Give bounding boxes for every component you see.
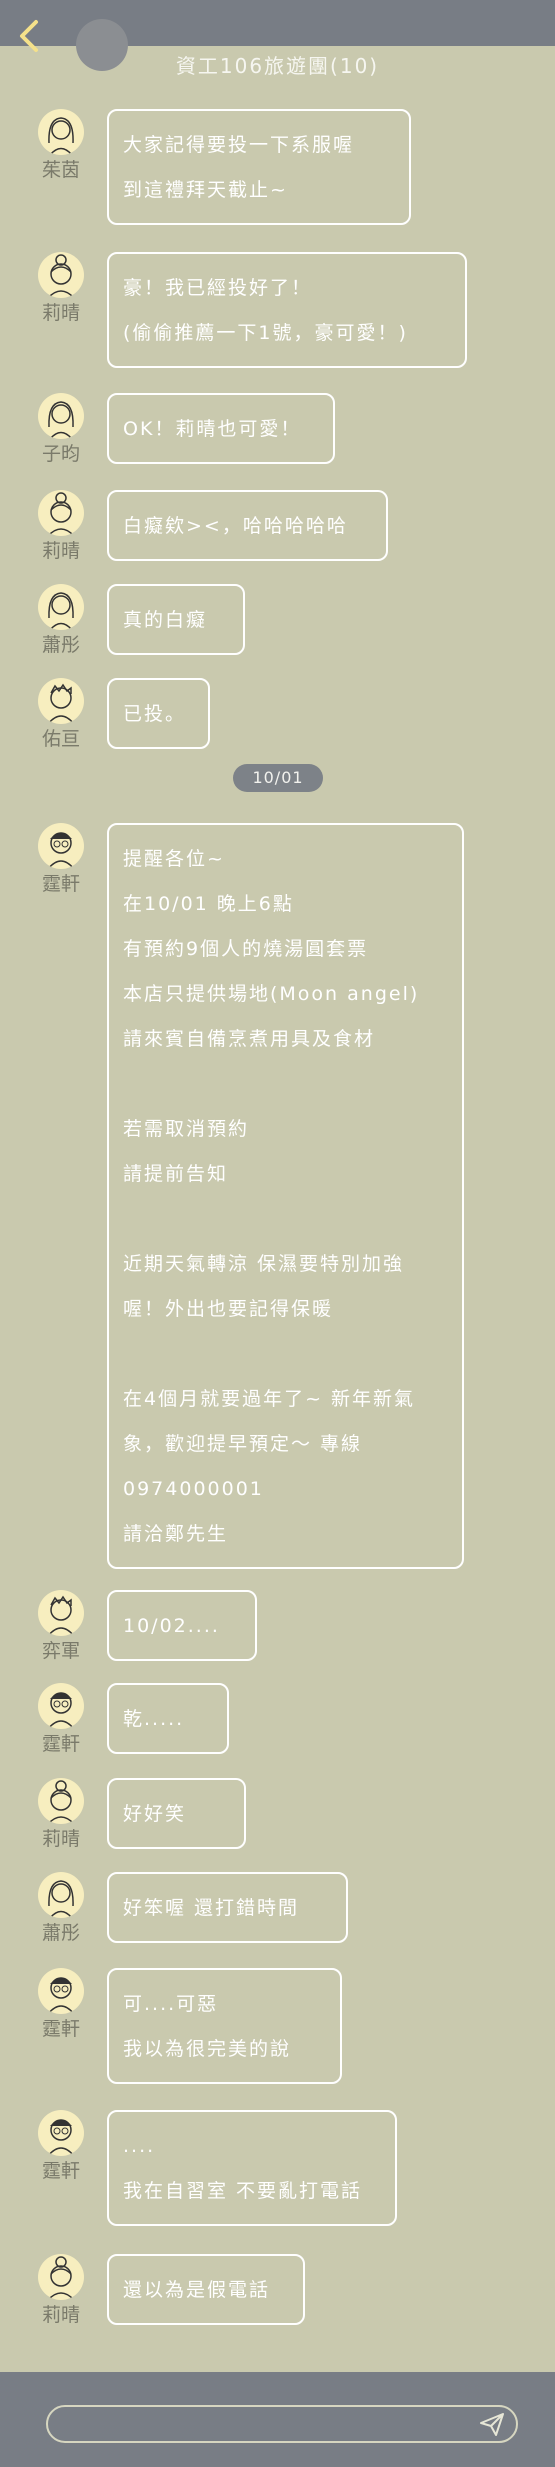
bun-hair-girl-avatar-icon[interactable] xyxy=(38,1778,84,1824)
sender-name: 莉晴 xyxy=(41,540,80,562)
message-text: 好笨喔 還打錯時間 xyxy=(123,1897,300,1919)
message-text: 大家記得要投一下系服喔 xyxy=(123,134,355,156)
back-arrow-icon[interactable] xyxy=(14,18,42,54)
message-bubble[interactable]: 豪！我已經投好了！ (偷偷推薦一下1號，豪可愛！) xyxy=(107,252,467,368)
ponytail-girl-avatar-icon[interactable] xyxy=(38,393,84,439)
glasses-boy-avatar-icon[interactable] xyxy=(38,2110,84,2156)
glasses-boy-avatar-icon[interactable] xyxy=(38,1968,84,2014)
bun-hair-girl-avatar-icon[interactable] xyxy=(38,490,84,536)
message-bubble[interactable]: 乾..... xyxy=(107,1683,229,1754)
message-bubble[interactable]: 提醒各位~ 在10/01 晚上6點有預約9個人的燒湯圓套票本店只提供場地(Moon… xyxy=(107,823,464,1569)
sender-name: 蕭彤 xyxy=(41,634,80,656)
sender-name: 莉晴 xyxy=(41,1828,80,1850)
message-text: 請洽鄭先生 xyxy=(123,1523,229,1545)
message-bubble[interactable]: 可....可惡我以為很完美的說 xyxy=(107,1968,342,2084)
message-text: 請提前告知 xyxy=(123,1163,229,1185)
short-hair-girl-avatar-icon[interactable] xyxy=(38,1872,84,1918)
message-text: 10/02.... xyxy=(123,1615,220,1637)
sender-name: 弈軍 xyxy=(41,1640,80,1662)
message-text: 已投。 xyxy=(123,703,187,725)
message-bubble[interactable]: 已投。 xyxy=(107,678,210,749)
bun-hair-girl-avatar-icon[interactable] xyxy=(38,252,84,298)
sender-name: 佑亘 xyxy=(41,728,80,750)
message-input[interactable] xyxy=(46,2405,518,2443)
message-text: 豪！我已經投好了！ xyxy=(123,277,313,299)
sender-name: 霆軒 xyxy=(41,2160,80,2182)
sender-name: 莉晴 xyxy=(41,302,80,324)
message-bubble[interactable]: 大家記得要投一下系服喔 到這禮拜天截止~ xyxy=(107,109,411,225)
message-text: 近期天氣轉涼 保濕要特別加強 xyxy=(123,1253,405,1275)
sender-name: 子昀 xyxy=(41,443,80,465)
short-hair-girl-avatar-icon[interactable] xyxy=(38,584,84,630)
sender-name: 茱茵 xyxy=(41,159,80,181)
spiky-hair-boy-avatar-icon[interactable] xyxy=(38,1590,84,1636)
bun-hair-girl-avatar-icon[interactable] xyxy=(38,2254,84,2300)
message-text: 好好笑 xyxy=(123,1803,187,1825)
send-icon[interactable] xyxy=(478,2410,506,2438)
message-text: 喔！外出也要記得保暖 xyxy=(123,1298,334,1320)
sender-name: 莉晴 xyxy=(41,2304,80,2326)
message-bubble[interactable]: 好笨喔 還打錯時間 xyxy=(107,1872,348,1943)
message-bubble[interactable]: OK！莉晴也可愛！ xyxy=(107,393,335,464)
message-text: 還以為是假電話 xyxy=(123,2279,271,2301)
message-text: 提醒各位~ xyxy=(123,848,225,870)
message-text: 真的白癡 xyxy=(123,609,208,631)
message-text: .... xyxy=(123,2135,156,2157)
sender-name: 霆軒 xyxy=(41,2018,80,2040)
message-text: OK！莉晴也可愛！ xyxy=(123,418,302,440)
message-text: 本店只提供場地(Moon angel) xyxy=(123,983,420,1005)
glasses-boy-avatar-icon[interactable] xyxy=(38,1683,84,1729)
message-text: 若需取消預約 xyxy=(123,1118,250,1140)
sender-name: 蕭彤 xyxy=(41,1922,80,1944)
message-bubble[interactable]: 白癡欸><，哈哈哈哈哈 xyxy=(107,490,388,561)
message-text: 有預約9個人的燒湯圓套票 xyxy=(123,938,369,960)
message-text: 請來賓自備烹煮用具及食材 xyxy=(123,1028,376,1050)
message-text xyxy=(123,1332,448,1377)
long-hair-girl-avatar-icon[interactable] xyxy=(38,109,84,155)
message-text: 象，歡迎提早預定～ 專線 xyxy=(123,1433,363,1455)
message-text xyxy=(123,1197,448,1242)
message-text: 我在自習室 不要亂打電話 xyxy=(123,2180,363,2202)
message-text: 可....可惡 xyxy=(123,1993,219,2015)
message-text: 我以為很完美的說 xyxy=(123,2038,292,2060)
date-divider: 10/01 xyxy=(233,764,323,792)
message-text: 到這禮拜天截止~ xyxy=(123,179,288,201)
message-text: 在4個月就要過年了~ 新年新氣 xyxy=(123,1388,416,1410)
message-text xyxy=(123,1062,448,1107)
message-text: 0974000001 xyxy=(123,1478,264,1500)
chat-title: 資工106旅遊團(10) xyxy=(175,54,380,78)
sender-name: 霆軒 xyxy=(41,873,80,895)
message-text: (偷偷推薦一下1號，豪可愛！) xyxy=(123,322,408,344)
message-text: 乾..... xyxy=(123,1708,185,1730)
glasses-boy-avatar-icon[interactable] xyxy=(38,823,84,869)
message-bubble[interactable]: 真的白癡 xyxy=(107,584,245,655)
message-bubble[interactable]: 好好笑 xyxy=(107,1778,246,1849)
message-text: 白癡欸><，哈哈哈哈哈 xyxy=(123,515,348,537)
sender-name: 霆軒 xyxy=(41,1733,80,1755)
message-bubble[interactable]: 10/02.... xyxy=(107,1590,257,1661)
message-bubble[interactable]: 還以為是假電話 xyxy=(107,2254,305,2325)
message-text: 在10/01 晚上6點 xyxy=(123,893,294,915)
message-bubble[interactable]: .... 我在自習室 不要亂打電話 xyxy=(107,2110,397,2226)
boy-avatar-icon[interactable] xyxy=(38,678,84,724)
